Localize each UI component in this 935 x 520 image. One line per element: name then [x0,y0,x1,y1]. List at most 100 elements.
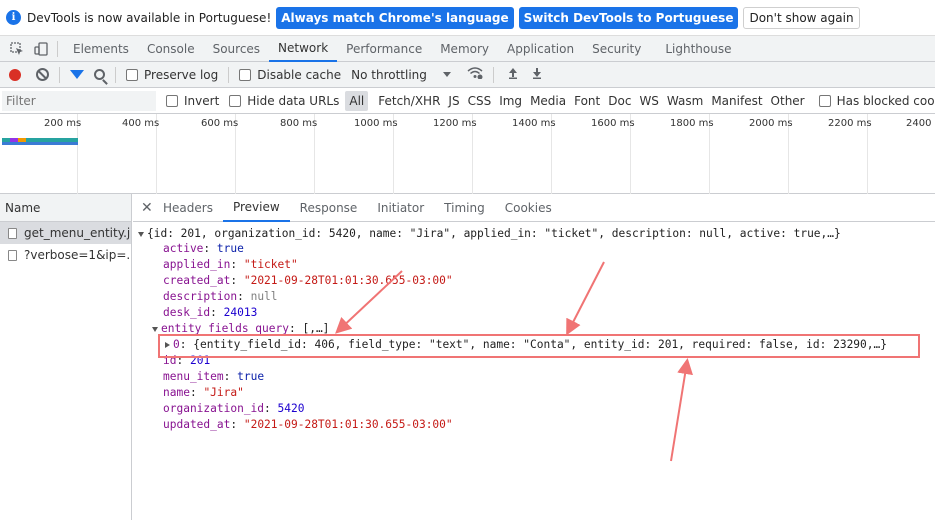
tab-separator [57,40,58,57]
tab-security[interactable]: Security [583,36,650,62]
dont-show-again-button[interactable]: Don't show again [743,6,860,29]
property-key: updated_at [163,418,231,431]
network-conditions-icon[interactable] [467,66,483,83]
tab-timing[interactable]: Timing [434,194,495,222]
tree-property: updated_at: "2021-09-28T01:01:30.655-03:… [163,418,453,431]
invert-checkbox[interactable]: Invert [166,94,219,108]
property-value: null [250,290,278,303]
request-row[interactable]: get_menu_entity.j... [0,222,131,244]
tab-initiator[interactable]: Initiator [367,194,434,222]
property-key: created_at [163,274,231,287]
checkbox-box[interactable] [239,68,252,81]
infobar-message: DevTools is now available in Portuguese! [27,10,272,25]
tab-cookies[interactable]: Cookies [495,194,562,222]
filter-type-wasm[interactable]: Wasm [663,91,707,111]
property-value: "2021-09-28T01:01:30.655-03:00" [243,418,453,431]
property-key: name [163,386,190,399]
filter-type-fetch-xhr[interactable]: Fetch/XHR [374,91,444,111]
toolbar-separator [492,66,494,83]
export-har-icon[interactable] [532,67,542,82]
request-row[interactable]: ?verbose=1&ip=... [0,244,131,266]
throttling-select[interactable]: No throttling [351,68,427,82]
filter-type-font[interactable]: Font [570,91,604,111]
tab-application[interactable]: Application [498,36,583,62]
tab-response[interactable]: Response [290,194,368,222]
tab-lighthouse[interactable]: Lighthouse [656,36,740,62]
filter-type-all[interactable]: All [345,90,369,111]
timeline-label: 200 ms [44,118,82,129]
tree-property: menu_item: true [163,370,265,383]
tree-root[interactable]: {id: 201, organization_id: 5420, name: "… [138,226,841,242]
property-value: true [237,370,265,383]
timeline-label: 2000 ms [749,118,793,129]
name-column-header[interactable]: Name [0,194,131,222]
timeline-label: 1400 ms [512,118,556,129]
tab-preview[interactable]: Preview [222,194,290,222]
filter-type-js[interactable]: JS [444,91,463,111]
timeline-request-bar [10,138,18,142]
preserve-log-checkbox[interactable]: Preserve log [126,68,218,82]
close-icon[interactable]: ✕ [141,200,153,216]
request-detail-tabbar: ✕ Headers Preview Response Initiator Tim… [133,194,935,222]
property-value: 24013 [223,306,258,319]
clear-icon[interactable] [36,68,49,81]
import-har-icon[interactable] [508,67,518,82]
filter-type-doc[interactable]: Doc [604,91,635,111]
property-value: true [216,242,244,255]
tab-console[interactable]: Console [138,36,204,62]
tab-performance[interactable]: Performance [337,36,431,62]
toolbar-separator [115,66,116,83]
timeline-request-bar [2,142,78,145]
filter-type-ws[interactable]: WS [635,91,662,111]
timeline-label: 400 ms [122,118,160,129]
filter-type-other[interactable]: Other [767,91,809,111]
timeline-overview[interactable]: 200 ms 400 ms 600 ms 800 ms 1000 ms 1200… [0,114,935,194]
has-blocked-cookies-checkbox[interactable]: Has blocked cookies [818,94,935,108]
checkbox-box[interactable] [818,94,831,107]
switch-to-portuguese-button[interactable]: Switch DevTools to Portuguese [518,6,739,29]
preserve-log-label: Preserve log [144,67,219,82]
expand-triangle-icon[interactable] [138,231,144,237]
inspect-element-icon[interactable] [10,41,24,56]
request-list: Name get_menu_entity.j... ?verbose=1&ip=… [0,194,132,520]
timeline-label: 1600 ms [591,118,635,129]
document-icon [8,249,17,261]
checkbox-box[interactable] [229,94,242,107]
hide-data-urls-label: Hide data URLs [247,93,340,108]
tree-property: organization_id: 5420 [163,402,305,415]
tree-property: description: null [163,290,278,303]
checkbox-box[interactable] [126,68,138,81]
property-value: "Jira" [203,386,244,399]
tab-memory[interactable]: Memory [431,36,498,62]
always-match-language-button[interactable]: Always match Chrome's language [276,6,514,29]
expand-triangle-icon[interactable] [152,326,158,332]
chevron-down-icon[interactable] [442,72,451,77]
tab-sources[interactable]: Sources [204,36,269,62]
device-toolbar-icon[interactable] [34,41,48,56]
tab-network[interactable]: Network [269,36,338,62]
request-name: get_menu_entity.j... [24,226,131,240]
timeline-label: 600 ms [201,118,239,129]
disable-cache-checkbox[interactable]: Disable cache [239,68,341,82]
record-icon[interactable] [9,68,21,81]
hide-data-urls-checkbox[interactable]: Hide data URLs [229,94,339,108]
filter-type-img[interactable]: Img [495,91,526,111]
filter-type-media[interactable]: Media [526,91,570,111]
property-key: description [163,290,238,303]
json-preview: {id: 201, organization_id: 5420, name: "… [133,222,935,520]
tree-property: name: "Jira" [163,386,244,399]
tab-headers[interactable]: Headers [153,194,223,222]
request-name: ?verbose=1&ip=... [24,248,131,262]
filter-type-manifest[interactable]: Manifest [707,91,766,111]
filter-icon[interactable] [70,70,84,79]
filter-type-css[interactable]: CSS [464,91,496,111]
invert-label: Invert [184,93,220,108]
disable-cache-label: Disable cache [257,67,342,82]
tab-elements[interactable]: Elements [64,36,138,62]
filter-input[interactable] [2,90,156,111]
tree-property: applied_in: "ticket" [163,258,298,271]
filter-bar: Invert Hide data URLs All Fetch/XHR JS C… [0,88,935,114]
search-icon[interactable] [94,69,105,80]
tree-property: desk_id: 24013 [163,306,258,319]
checkbox-box[interactable] [166,94,178,107]
